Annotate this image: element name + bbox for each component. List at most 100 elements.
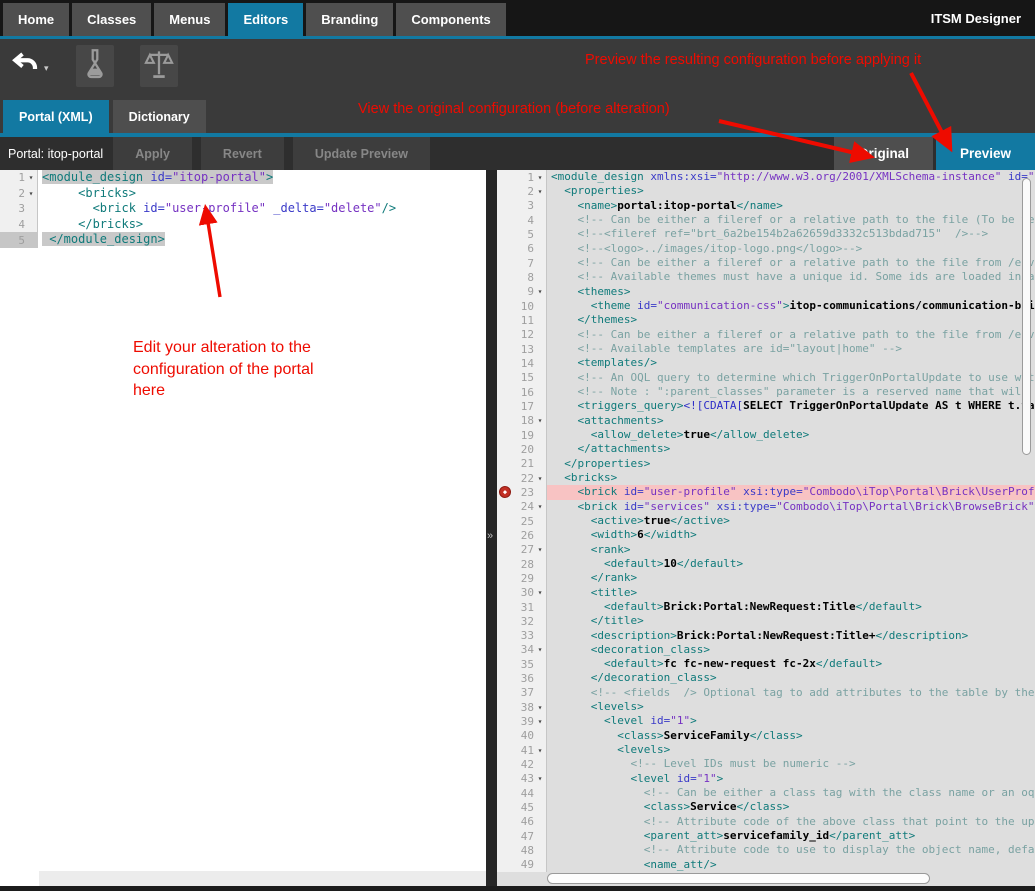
fold-toggle-icon[interactable]: ▾ xyxy=(534,645,546,654)
line-gutter[interactable]: 26 xyxy=(497,528,547,542)
fold-toggle-icon[interactable]: ▾ xyxy=(25,189,37,198)
fold-toggle-icon[interactable]: ▾ xyxy=(534,703,546,712)
line-gutter[interactable]: 41▾ xyxy=(497,743,547,757)
line-gutter[interactable]: 2▾ xyxy=(497,184,547,198)
code-text[interactable]: <module_design id="itop-portal"> xyxy=(38,170,486,186)
undo-dropdown-caret[interactable]: ▾ xyxy=(44,63,49,74)
line-gutter[interactable]: 47 xyxy=(497,829,547,843)
line-gutter[interactable]: 11 xyxy=(497,313,547,327)
fold-toggle-icon[interactable]: ▾ xyxy=(534,746,546,755)
fold-toggle-icon[interactable]: ▾ xyxy=(534,588,546,597)
compare-scales-button[interactable] xyxy=(140,45,178,87)
preview-view-button[interactable]: Preview xyxy=(936,137,1035,170)
panel-splitter[interactable]: » xyxy=(486,170,497,886)
fold-toggle-icon[interactable]: ▾ xyxy=(534,717,546,726)
line-gutter[interactable]: 20 xyxy=(497,442,547,456)
line-gutter[interactable]: 25 xyxy=(497,514,547,528)
line-gutter[interactable]: 3 xyxy=(497,199,547,213)
line-gutter[interactable]: 31 xyxy=(497,600,547,614)
nav-tab-editors[interactable]: Editors xyxy=(228,3,303,36)
fold-toggle-icon[interactable]: ▾ xyxy=(534,416,546,425)
nav-tab-classes[interactable]: Classes xyxy=(72,3,151,36)
line-gutter[interactable]: 4 xyxy=(497,213,547,227)
apply-button[interactable]: Apply xyxy=(113,137,192,170)
line-gutter[interactable]: 15 xyxy=(497,371,547,385)
right-editor-vscroll-thumb[interactable] xyxy=(1022,178,1031,455)
code-line[interactable]: 1▾<module_design id="itop-portal"> xyxy=(0,170,486,186)
line-gutter[interactable]: 1▾ xyxy=(0,170,38,186)
line-gutter[interactable]: 6 xyxy=(497,242,547,256)
line-gutter[interactable]: 22▾ xyxy=(497,471,547,485)
original-xml-viewer[interactable]: 1▾<module_design xmlns:xsi="http://www.w… xyxy=(497,170,1035,886)
line-gutter[interactable]: 45 xyxy=(497,800,547,814)
line-gutter[interactable]: 27▾ xyxy=(497,543,547,557)
line-gutter[interactable]: 37 xyxy=(497,686,547,700)
undo-button[interactable] xyxy=(6,45,44,87)
line-gutter[interactable]: 33 xyxy=(497,629,547,643)
line-gutter[interactable]: 10 xyxy=(497,299,547,313)
line-gutter[interactable]: 5 xyxy=(497,227,547,241)
line-gutter[interactable]: 28 xyxy=(497,557,547,571)
line-gutter[interactable]: 40 xyxy=(497,729,547,743)
code-text[interactable]: <brick id="user-profile" _delta="delete"… xyxy=(38,201,486,217)
fold-toggle-icon[interactable]: ▾ xyxy=(25,173,37,182)
right-editor-hscroll-thumb[interactable] xyxy=(547,873,930,884)
fold-toggle-icon[interactable]: ▾ xyxy=(534,474,546,483)
delta-xml-editor[interactable]: 1▾<module_design id="itop-portal">2▾ <br… xyxy=(0,170,486,886)
line-gutter[interactable]: 35 xyxy=(497,657,547,671)
nav-tab-menus[interactable]: Menus xyxy=(154,3,225,36)
line-gutter[interactable]: 48 xyxy=(497,843,547,857)
splitter-handle-icon[interactable]: » xyxy=(487,530,493,542)
line-gutter[interactable]: 7 xyxy=(497,256,547,270)
code-text[interactable]: </module_design> xyxy=(38,232,486,248)
line-gutter[interactable]: 43▾ xyxy=(497,772,547,786)
nav-tab-branding[interactable]: Branding xyxy=(306,3,393,36)
line-gutter[interactable]: 1▾ xyxy=(497,170,547,184)
editor-tab-dictionary[interactable]: Dictionary xyxy=(113,100,206,133)
test-flask-button[interactable] xyxy=(76,45,114,87)
code-text[interactable]: <bricks> xyxy=(38,186,486,202)
line-gutter[interactable]: ◆23 xyxy=(497,485,547,499)
line-gutter[interactable]: 17 xyxy=(497,399,547,413)
line-gutter[interactable]: 39▾ xyxy=(497,714,547,728)
fold-toggle-icon[interactable]: ▾ xyxy=(534,545,546,554)
line-gutter[interactable]: 49 xyxy=(497,858,547,872)
line-gutter[interactable]: 46 xyxy=(497,815,547,829)
line-gutter[interactable]: 9▾ xyxy=(497,285,547,299)
line-gutter[interactable]: 24▾ xyxy=(497,500,547,514)
line-gutter[interactable]: 8 xyxy=(497,270,547,284)
line-gutter[interactable]: 3 xyxy=(0,201,38,217)
line-gutter[interactable]: 12 xyxy=(497,328,547,342)
editor-tab-portal-xml-[interactable]: Portal (XML) xyxy=(3,100,109,133)
line-gutter[interactable]: 18▾ xyxy=(497,414,547,428)
line-gutter[interactable]: 30▾ xyxy=(497,586,547,600)
fold-toggle-icon[interactable]: ▾ xyxy=(534,173,546,182)
line-gutter[interactable]: 32 xyxy=(497,614,547,628)
left-editor-hscroll-track[interactable] xyxy=(39,871,486,886)
line-gutter[interactable]: 38▾ xyxy=(497,700,547,714)
line-gutter[interactable]: 14 xyxy=(497,356,547,370)
line-gutter[interactable]: 19 xyxy=(497,428,547,442)
line-gutter[interactable]: 2▾ xyxy=(0,186,38,202)
code-text[interactable]: </bricks> xyxy=(38,217,486,233)
line-gutter[interactable]: 4 xyxy=(0,217,38,233)
code-line[interactable]: 3 <brick id="user-profile" _delta="delet… xyxy=(0,201,486,217)
line-gutter[interactable]: 16 xyxy=(497,385,547,399)
code-line[interactable]: 4 </bricks> xyxy=(0,217,486,233)
line-gutter[interactable]: 29 xyxy=(497,571,547,585)
line-gutter[interactable]: 44 xyxy=(497,786,547,800)
nav-tab-components[interactable]: Components xyxy=(396,3,505,36)
line-gutter[interactable]: 42 xyxy=(497,757,547,771)
nav-tab-home[interactable]: Home xyxy=(3,3,69,36)
revert-button[interactable]: Revert xyxy=(201,137,284,170)
line-gutter[interactable]: 5 xyxy=(0,232,38,248)
line-gutter[interactable]: 36 xyxy=(497,671,547,685)
code-line[interactable]: 5 </module_design> xyxy=(0,232,486,248)
update-preview-button[interactable]: Update Preview xyxy=(293,137,430,170)
fold-toggle-icon[interactable]: ▾ xyxy=(534,187,546,196)
line-gutter[interactable]: 34▾ xyxy=(497,643,547,657)
line-gutter[interactable]: 13 xyxy=(497,342,547,356)
fold-toggle-icon[interactable]: ▾ xyxy=(534,287,546,296)
line-gutter[interactable]: 21 xyxy=(497,457,547,471)
code-line[interactable]: 2▾ <bricks> xyxy=(0,186,486,202)
